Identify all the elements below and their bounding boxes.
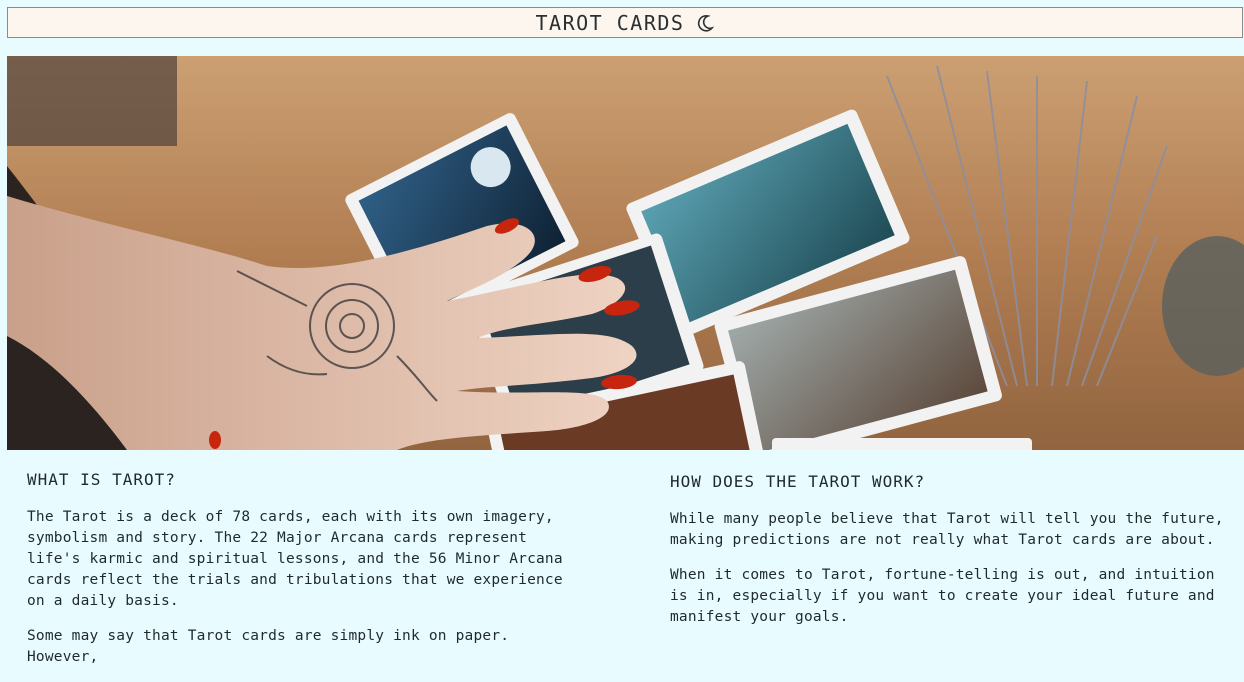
site-header: TAROT CARDS	[7, 7, 1243, 38]
section-heading: HOW DOES THE TAROT WORK?	[670, 472, 926, 491]
paragraph: The Tarot is a deck of 78 cards, each wi…	[27, 509, 563, 609]
paragraph: While many people believe that Tarot wil…	[670, 511, 1224, 548]
hero-image	[7, 56, 1244, 450]
section-what-is-tarot: WHAT IS TAROT? The Tarot is a deck of 78…	[27, 470, 587, 682]
paragraph: When it comes to Tarot, fortune-telling …	[670, 567, 1215, 625]
section-how-tarot-works: HOW DOES THE TAROT WORK? While many peop…	[670, 472, 1230, 642]
paragraph: Some may say that Tarot cards are simply…	[27, 628, 510, 665]
hero-illustration	[7, 56, 1244, 450]
section-heading: WHAT IS TAROT?	[27, 470, 176, 489]
site-title: TAROT CARDS	[535, 10, 685, 35]
moon-icon	[696, 14, 715, 32]
